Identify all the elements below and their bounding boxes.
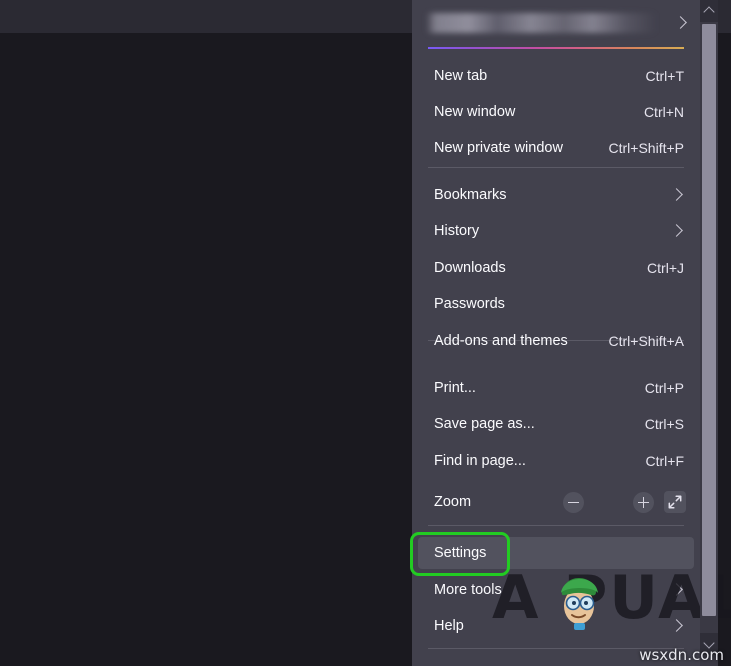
menu-item-print[interactable]: Print... Ctrl+P (418, 372, 694, 404)
firefox-app-menu: New tab Ctrl+T New window Ctrl+N New pri… (412, 0, 700, 666)
chevron-right-icon (668, 581, 686, 599)
chevron-right-icon (668, 617, 686, 635)
menu-item-addons-and-themes[interactable]: Add-ons and themes Ctrl+Shift+A (418, 325, 694, 357)
menu-item-label: Passwords (434, 296, 505, 312)
menu-item-passwords[interactable]: Passwords (418, 288, 694, 320)
account-name-redacted (426, 13, 664, 33)
menu-scrollbar[interactable] (700, 0, 718, 666)
screenshot-root: New tab Ctrl+T New window Ctrl+N New pri… (0, 0, 731, 666)
window-right-edge (718, 0, 731, 666)
menu-item-find-in-page[interactable]: Find in page... Ctrl+F (418, 445, 694, 477)
menu-item-shortcut: Ctrl+F (645, 453, 685, 469)
menu-item-label: New window (434, 104, 516, 120)
menu-item-label: New tab (434, 68, 488, 84)
menu-separator (428, 648, 684, 649)
chevron-right-icon (672, 14, 690, 32)
menu-item-shortcut: Ctrl+Shift+A (608, 333, 684, 349)
menu-item-save-page-as[interactable]: Save page as... Ctrl+S (418, 408, 694, 440)
menu-item-downloads[interactable]: Downloads Ctrl+J (418, 252, 694, 284)
menu-item-shortcut: Ctrl+P (644, 380, 684, 396)
menu-item-shortcut: Ctrl+Shift+P (608, 140, 684, 156)
menu-item-label: Bookmarks (434, 187, 507, 203)
menu-item-label: History (434, 223, 480, 239)
menu-item-label: More tools (434, 582, 502, 598)
menu-item-shortcut: Ctrl+N (643, 104, 684, 120)
zoom-label: Zoom (434, 494, 472, 510)
account-gradient-divider (428, 47, 684, 49)
chevron-up-icon (705, 7, 714, 16)
expand-arrows-icon[interactable] (664, 491, 686, 513)
menu-item-shortcut: Ctrl+T (645, 68, 685, 84)
menu-item-new-tab[interactable]: New tab Ctrl+T (418, 60, 694, 92)
account-header-row[interactable] (412, 0, 700, 46)
menu-item-label: Add-ons and themes (434, 333, 568, 349)
menu-item-shortcut: Ctrl+S (644, 416, 684, 432)
plus-icon[interactable] (633, 491, 654, 513)
minus-icon[interactable] (563, 491, 585, 513)
menu-item-new-window[interactable]: New window Ctrl+N (418, 96, 694, 128)
menu-item-label: Settings (434, 545, 487, 561)
scrollbar-down-button[interactable] (700, 633, 718, 655)
chevron-down-icon (705, 640, 714, 649)
menu-item-label: Print... (434, 380, 476, 396)
chevron-right-icon (668, 186, 686, 204)
scrollbar-up-button[interactable] (700, 0, 718, 22)
menu-separator (428, 167, 684, 168)
menu-item-label: New private window (434, 140, 563, 156)
menu-separator (428, 525, 684, 526)
browser-content-area (0, 33, 412, 666)
window-right-edge-toolbar (718, 0, 731, 33)
scrollbar-thumb[interactable] (702, 24, 716, 616)
menu-item-settings[interactable]: Settings (418, 537, 694, 569)
menu-item-history[interactable]: History (418, 215, 694, 247)
menu-item-new-private-window[interactable]: New private window Ctrl+Shift+P (418, 132, 694, 164)
menu-item-more-tools[interactable]: More tools (418, 574, 694, 606)
menu-item-label: Save page as... (434, 416, 535, 432)
menu-item-bookmarks[interactable]: Bookmarks (418, 179, 694, 211)
menu-item-shortcut: Ctrl+J (647, 260, 684, 276)
chevron-right-icon (668, 222, 686, 240)
menu-item-label: Find in page... (434, 453, 526, 469)
menu-item-help[interactable]: Help (418, 610, 694, 642)
menu-item-label: Downloads (434, 260, 506, 276)
menu-item-label: Help (434, 618, 464, 634)
zoom-row: Zoom (418, 486, 694, 518)
browser-toolbar (0, 0, 412, 33)
